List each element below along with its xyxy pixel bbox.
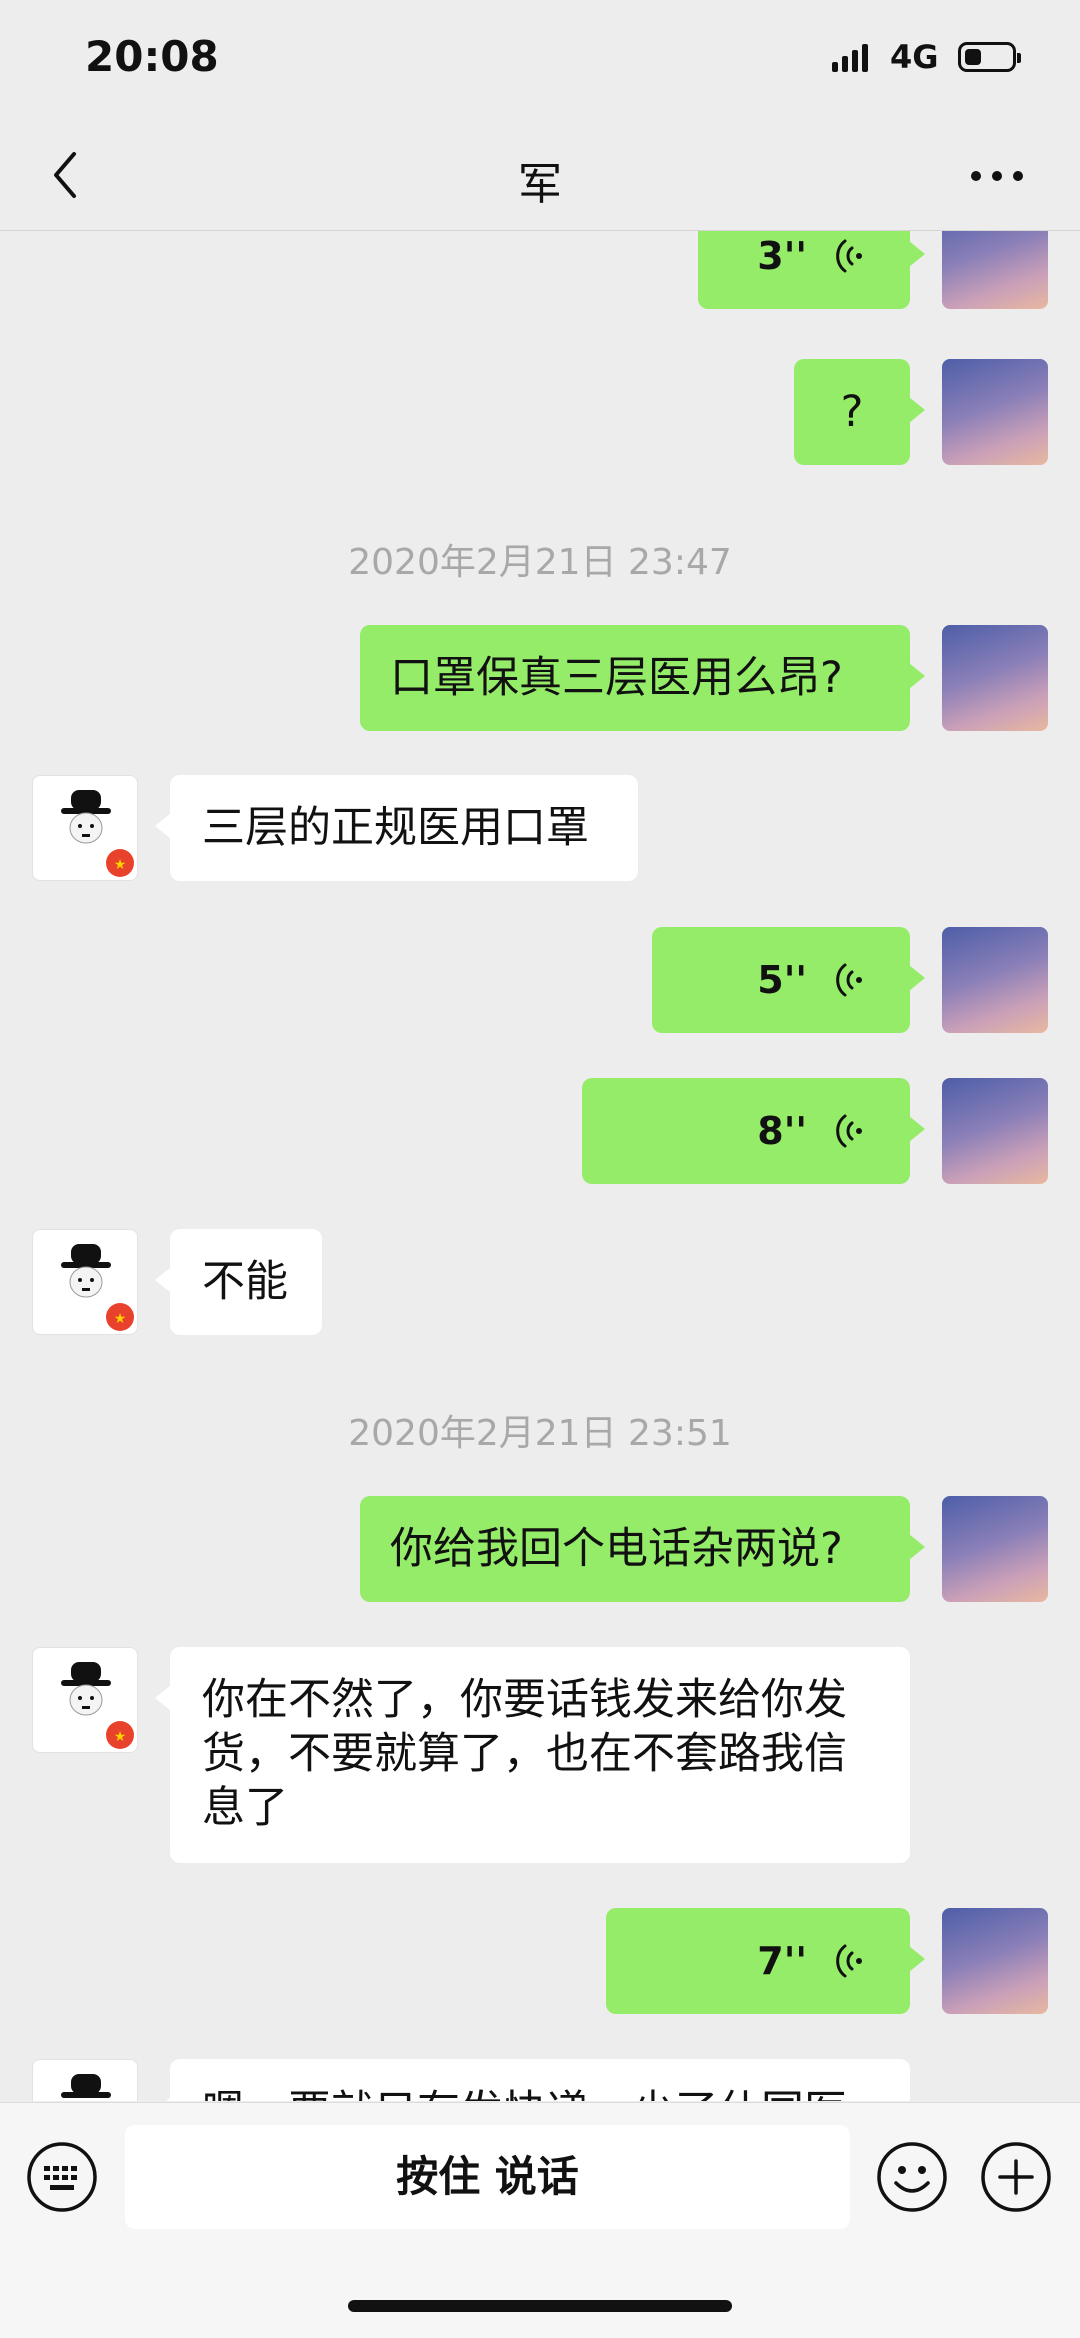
message-row: ★ 你在不然了，你要话钱发来给你发货，不要就算了，也在不套路我信息了 [0, 1647, 1080, 1863]
timestamp: 2020年2月21日 23:47 [348, 542, 732, 583]
plus-circle-icon[interactable] [980, 2141, 1052, 2213]
battery-icon [958, 42, 1021, 72]
bowler-hat-avatar-icon: ★ [61, 1244, 134, 1331]
voice-wave-icon [836, 1114, 862, 1148]
message-text: ? [840, 387, 864, 437]
text-message[interactable]: 三层的正规医用口罩 [155, 775, 638, 881]
voice-duration: 3'' [757, 234, 807, 278]
voice-message[interactable]: 8'' [582, 1078, 925, 1184]
message-row: 口罩保真三层医用么昂? [0, 625, 1080, 731]
voice-message[interactable]: 7'' [606, 1908, 925, 2014]
text-message[interactable]: 你给我回个电话杂两说? [360, 1496, 925, 1602]
chat-title: 军 [518, 159, 562, 210]
message-text: 你在不然了，你要话钱发来给你发货，不要就算了，也在不套路我信息了 [202, 1675, 847, 1833]
text-message[interactable]: 不能 [155, 1229, 322, 1335]
text-message[interactable]: 嗯，要就只有发快递，少了仕国医 [155, 2059, 910, 2101]
self-avatar[interactable] [942, 1078, 1048, 1184]
self-avatar[interactable] [942, 625, 1048, 731]
voice-wave-icon [836, 1944, 862, 1978]
status-bar: 20:08 4G [0, 0, 1080, 120]
svg-text:★: ★ [114, 1729, 127, 1745]
text-message[interactable]: ? [794, 359, 925, 465]
contact-avatar[interactable]: ★ [32, 1229, 138, 1335]
voice-wave-icon [836, 239, 862, 273]
message-row: 8'' [0, 1078, 1080, 1184]
timestamp: 2020年2月21日 23:51 [348, 1413, 732, 1454]
voice-duration: 8'' [757, 1109, 807, 1153]
message-list[interactable]: 3'' ? 2020年2月21日 23:47 口罩保真三层医用么昂? ★ 三层的… [0, 231, 1080, 2101]
emoji-icon[interactable] [876, 2141, 948, 2213]
svg-text:★: ★ [114, 857, 127, 873]
contact-avatar[interactable] [32, 2059, 138, 2101]
message-row: 嗯，要就只有发快递，少了仕国医 [0, 2059, 1080, 2101]
message-text: 你给我回个电话杂两说? [390, 1524, 843, 1574]
svg-text:★: ★ [114, 1311, 127, 1327]
self-avatar[interactable] [942, 231, 1048, 309]
message-text: 三层的正规医用口罩 [202, 803, 589, 853]
home-indicator[interactable] [348, 2300, 732, 2312]
voice-duration: 5'' [757, 958, 807, 1002]
self-avatar[interactable] [942, 927, 1048, 1033]
more-horizontal-icon[interactable] [970, 170, 1024, 182]
signal-icon [832, 42, 878, 72]
voice-message[interactable]: 3'' [698, 231, 925, 309]
self-avatar[interactable] [942, 1496, 1048, 1602]
network-type: 4G [890, 38, 939, 76]
hold-to-talk-button[interactable]: 按住 说话 [125, 2125, 850, 2229]
message-row: ★ 三层的正规医用口罩 [0, 775, 1080, 881]
message-row: 5'' [0, 927, 1080, 1033]
chat-header: 军 [0, 120, 1080, 231]
voice-wave-icon [836, 963, 862, 997]
voice-message[interactable]: 5'' [652, 927, 925, 1033]
voice-duration: 7'' [757, 1939, 807, 1983]
bowler-hat-avatar-icon: ★ [61, 790, 134, 877]
bowler-hat-avatar-icon: ★ [61, 1662, 134, 1749]
message-text: 口罩保真三层医用么昂? [390, 653, 843, 703]
contact-avatar[interactable]: ★ [32, 1647, 138, 1753]
message-row: 3'' [0, 231, 1080, 309]
text-message[interactable]: 口罩保真三层医用么昂? [360, 625, 925, 731]
message-row: ? [0, 359, 1080, 465]
message-row: 7'' [0, 1908, 1080, 2014]
text-message[interactable]: 你在不然了，你要话钱发来给你发货，不要就算了，也在不套路我信息了 [155, 1647, 910, 1863]
status-time: 20:08 [85, 32, 219, 81]
message-text: 嗯，要就只有发快递，少了仕国医 [202, 2085, 878, 2101]
contact-avatar[interactable]: ★ [32, 775, 138, 881]
keyboard-icon[interactable] [26, 2141, 98, 2213]
message-text: 不能 [202, 1257, 288, 1307]
message-row: ★ 不能 [0, 1229, 1080, 1335]
self-avatar[interactable] [942, 359, 1048, 465]
bowler-hat-avatar-icon [61, 2074, 111, 2098]
message-row: 你给我回个电话杂两说? [0, 1496, 1080, 1602]
self-avatar[interactable] [942, 1908, 1048, 2014]
